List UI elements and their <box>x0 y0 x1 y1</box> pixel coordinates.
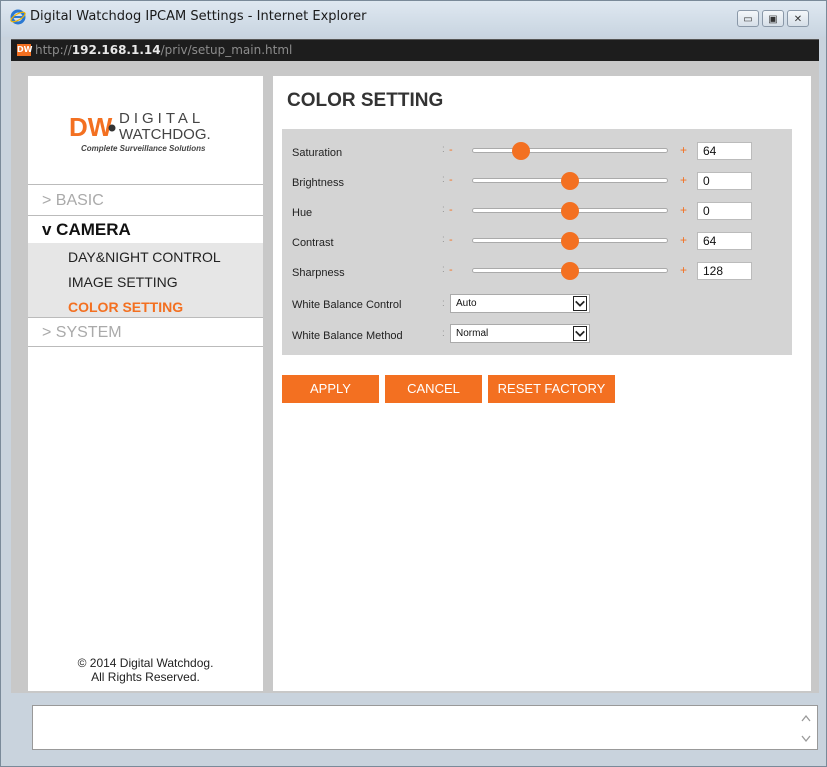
logo-mark: DW <box>69 112 113 142</box>
slider-value-input[interactable]: 64 <box>697 232 752 250</box>
reset-factory-button[interactable]: RESET FACTORY <box>488 375 615 403</box>
camera-submenu: DAY&NIGHT CONTROL IMAGE SETTING COLOR SE… <box>28 243 263 317</box>
minimize-button[interactable]: ▭ <box>737 10 759 27</box>
window-title: Digital Watchdog IPCAM Settings - Intern… <box>30 9 367 24</box>
url-prefix: http:// <box>35 43 72 57</box>
main-panel: COLOR SETTING Saturation: - +64 Brightness:… <box>273 76 811 691</box>
url-host: 192.168.1.14 <box>71 43 161 57</box>
maximize-button[interactable]: ▣ <box>762 10 784 27</box>
logo-line-1: DIGITAL <box>119 110 204 127</box>
slider-thumb[interactable] <box>561 202 579 220</box>
color-settings-panel: Saturation: - +64 Brightness: - +0 Hue: - +0 Cont… <box>282 129 792 355</box>
slider-label: Brightness <box>292 177 344 189</box>
plus-icon: + <box>680 203 688 217</box>
sidebar: > BASIC v CAMERA DAY&NIGHT CONTROL IMAGE… <box>28 76 263 691</box>
colon: : <box>442 174 445 185</box>
page-title: COLOR SETTING <box>287 90 444 111</box>
copyright-line-1: © 2014 Digital Watchdog. <box>77 656 214 670</box>
digital-watchdog-logo: DW DIGITAL WATCHDOG. Complete Surveillan… <box>69 110 211 153</box>
address-bar[interactable]: DW http://192.168.1.14/priv/setup_main.h… <box>11 39 819 61</box>
minus-icon: - <box>449 264 453 276</box>
divider <box>28 317 263 318</box>
slider-thumb[interactable] <box>561 262 579 280</box>
slider-value-input[interactable]: 0 <box>697 172 752 190</box>
title-bar: Digital Watchdog IPCAM Settings - Intern… <box>1 1 826 37</box>
minus-icon: - <box>449 204 453 216</box>
status-panel[interactable] <box>32 705 818 750</box>
cancel-button[interactable]: CANCEL <box>385 375 482 403</box>
white-balance-method-select[interactable]: Normal <box>450 324 590 343</box>
chevron-down-icon <box>573 326 587 341</box>
nav-camera[interactable]: v CAMERA <box>28 220 263 240</box>
nav-color-setting[interactable]: COLOR SETTING <box>28 299 263 315</box>
colon: : <box>442 234 445 245</box>
apply-button[interactable]: APPLY <box>282 375 379 403</box>
white-balance-control-select[interactable]: Auto <box>450 294 590 313</box>
nav-image-setting[interactable]: IMAGE SETTING <box>28 274 263 290</box>
nav-system[interactable]: > SYSTEM <box>28 324 263 342</box>
colon: : <box>442 328 445 339</box>
slider-track[interactable] <box>472 148 668 153</box>
internet-explorer-icon <box>10 9 26 25</box>
divider <box>28 346 263 347</box>
white-balance-control-label: White Balance Control <box>292 299 402 311</box>
slider-thumb[interactable] <box>561 232 579 250</box>
colon: : <box>442 204 445 215</box>
slider-thumb[interactable] <box>512 142 530 160</box>
minus-icon: - <box>449 144 453 156</box>
slider-label: Hue <box>292 207 313 219</box>
site-favicon-icon: DW <box>17 44 33 56</box>
slider-thumb[interactable] <box>561 172 579 190</box>
plus-icon: + <box>680 173 688 187</box>
plus-icon: + <box>680 233 688 247</box>
colon: : <box>442 144 445 155</box>
minus-icon: - <box>449 234 453 246</box>
minus-icon: - <box>449 174 453 186</box>
colon: : <box>442 264 445 275</box>
slider-value-input[interactable]: 128 <box>697 262 752 280</box>
slider-label: Sharpness <box>292 267 345 279</box>
address-url[interactable]: http://192.168.1.14/priv/setup_main.html <box>35 43 292 57</box>
chevron-down-icon <box>573 296 587 311</box>
white-balance-control-value: Auto <box>456 298 477 309</box>
slider-value-input[interactable]: 0 <box>697 202 752 220</box>
divider <box>28 215 263 216</box>
nav-basic[interactable]: > BASIC <box>28 192 263 210</box>
white-balance-method-value: Normal <box>456 328 489 339</box>
copyright-line-2: All Rights Reserved. <box>91 670 200 684</box>
copyright: © 2014 Digital Watchdog. All Rights Rese… <box>28 656 263 684</box>
scroll-up-icon[interactable] <box>801 714 811 722</box>
plus-icon: + <box>680 263 688 277</box>
plus-icon: + <box>680 143 688 157</box>
white-balance-method-label: White Balance Method <box>292 330 403 342</box>
logo-line-2: WATCHDOG. <box>119 126 211 143</box>
close-button[interactable]: ✕ <box>787 10 809 27</box>
logo-tagline: Complete Surveillance Solutions <box>81 144 206 153</box>
slider-label: Contrast <box>292 237 334 249</box>
scroll-down-icon[interactable] <box>801 735 811 743</box>
colon: : <box>442 298 445 309</box>
divider <box>28 184 263 185</box>
slider-value-input[interactable]: 64 <box>697 142 752 160</box>
nav-day-night-control[interactable]: DAY&NIGHT CONTROL <box>28 249 263 265</box>
slider-label: Saturation <box>292 147 343 159</box>
url-path: /priv/setup_main.html <box>160 43 293 57</box>
